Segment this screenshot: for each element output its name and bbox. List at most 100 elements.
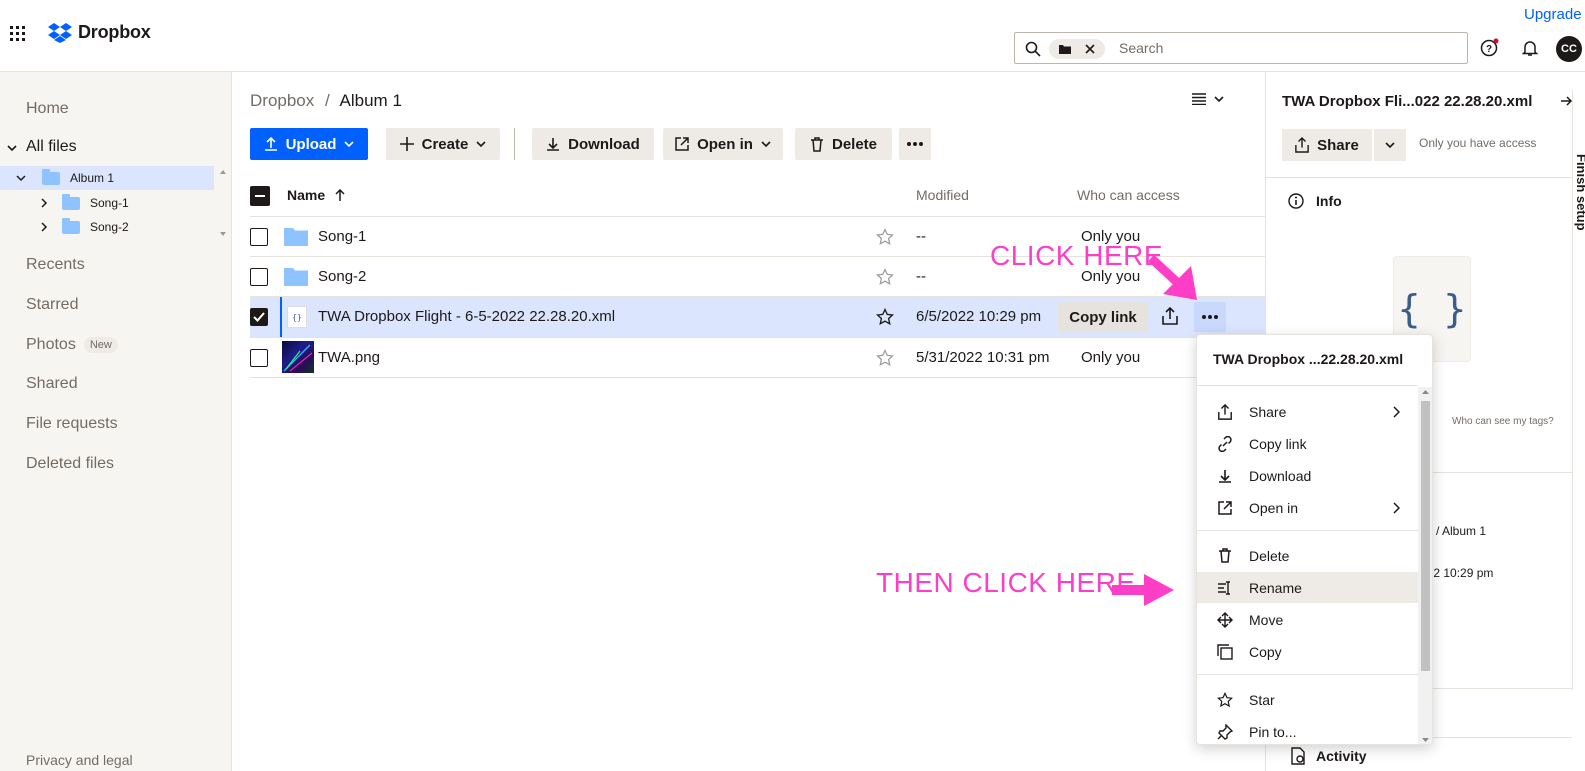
star-icon[interactable] bbox=[876, 228, 894, 246]
menu-item-star[interactable]: Star bbox=[1197, 684, 1418, 715]
more-horizontal-icon bbox=[907, 142, 923, 146]
breadcrumb-current: Album 1 bbox=[339, 91, 402, 110]
chevron-down-icon[interactable] bbox=[6, 142, 18, 154]
bell-icon[interactable] bbox=[1520, 38, 1540, 58]
search-bar[interactable]: Search bbox=[1014, 32, 1468, 64]
tags-help-link[interactable]: Who can see my tags? bbox=[1452, 416, 1554, 427]
upload-label: Upload bbox=[285, 135, 337, 153]
close-icon[interactable] bbox=[1085, 44, 1095, 54]
open-in-button[interactable]: Open in bbox=[663, 128, 783, 160]
more-horizontal-icon bbox=[1202, 315, 1218, 319]
table-row[interactable]: {} TWA Dropbox Flight - 6-5-2022 22.28.2… bbox=[250, 297, 1265, 337]
menu-item-pin-to[interactable]: Pin to... bbox=[1197, 716, 1418, 744]
row-checkbox[interactable] bbox=[250, 268, 268, 286]
divider bbox=[1197, 674, 1418, 675]
menu-item-delete[interactable]: Delete bbox=[1197, 540, 1418, 571]
access-summary: Only you have access bbox=[1419, 136, 1537, 150]
menu-item-label: Delete bbox=[1249, 547, 1290, 564]
menu-item-share[interactable]: Share bbox=[1197, 396, 1418, 427]
sidebar-item-recents[interactable]: Recents bbox=[26, 256, 85, 274]
tree-item-label: Album 1 bbox=[70, 171, 115, 185]
search-scope-chip[interactable] bbox=[1049, 39, 1105, 59]
file-name[interactable]: Song-1 bbox=[318, 228, 366, 245]
row-checkbox[interactable] bbox=[250, 308, 268, 326]
pin-icon bbox=[1215, 723, 1235, 740]
row-checkbox[interactable] bbox=[250, 228, 268, 246]
dropbox-logo[interactable]: Dropbox bbox=[48, 22, 151, 43]
row-more-button[interactable] bbox=[1194, 302, 1226, 332]
download-button[interactable]: Download bbox=[532, 128, 654, 160]
details-share-button[interactable]: Share bbox=[1282, 129, 1372, 161]
delete-label: Delete bbox=[831, 135, 878, 153]
avatar[interactable]: CC bbox=[1556, 36, 1582, 62]
privacy-link[interactable]: Privacy and legal bbox=[26, 752, 133, 768]
menu-item-copy[interactable]: Copy bbox=[1197, 636, 1418, 667]
sidebar-item-photos[interactable]: Photos New bbox=[26, 336, 118, 354]
file-name[interactable]: TWA.png bbox=[318, 349, 380, 366]
chevron-right-icon[interactable] bbox=[40, 222, 48, 232]
menu-item-download[interactable]: Download bbox=[1197, 460, 1418, 491]
sidebar-item-all-files[interactable]: All files bbox=[26, 138, 77, 156]
upgrade-link[interactable]: Upgrade bbox=[1524, 6, 1582, 23]
finish-setup-tab[interactable]: Finish setup bbox=[1572, 90, 1585, 690]
move-icon bbox=[1215, 611, 1235, 628]
finish-setup-label: Finish setup bbox=[1574, 154, 1585, 231]
arrow-up-icon bbox=[335, 189, 345, 201]
menu-item-rename[interactable]: Rename bbox=[1197, 572, 1418, 603]
table-row[interactable]: TWA.png 5/31/2022 10:31 pm Only you bbox=[250, 338, 1265, 377]
view-toggle-button[interactable] bbox=[1192, 93, 1224, 105]
app-name: Dropbox bbox=[78, 22, 151, 42]
file-name[interactable]: Song-2 bbox=[318, 268, 366, 285]
activity-icon bbox=[1290, 747, 1306, 765]
sidebar-item-deleted-files[interactable]: Deleted files bbox=[26, 455, 114, 473]
column-header-access[interactable]: Who can access bbox=[1077, 187, 1180, 203]
help-icon[interactable]: ? bbox=[1480, 38, 1500, 58]
menu-scrollbar-thumb[interactable] bbox=[1421, 401, 1430, 671]
create-button[interactable]: Create bbox=[386, 128, 500, 160]
annotation-then-click-here: THEN CLICK HERE bbox=[876, 567, 1136, 598]
activity-label: Activity bbox=[1316, 748, 1367, 764]
menu-scrollbar[interactable] bbox=[1418, 387, 1432, 744]
chevron-right-icon[interactable] bbox=[40, 198, 48, 208]
breadcrumb-root[interactable]: Dropbox bbox=[250, 91, 314, 110]
menu-item-open-in[interactable]: Open in bbox=[1197, 492, 1418, 523]
more-actions-button[interactable] bbox=[899, 128, 931, 160]
info-section-header[interactable]: Info bbox=[1288, 193, 1342, 209]
tree-item-song-1[interactable]: Song-1 bbox=[40, 191, 129, 215]
column-header-name[interactable]: Name bbox=[287, 187, 345, 203]
star-icon[interactable] bbox=[876, 349, 894, 367]
select-all-checkbox[interactable] bbox=[250, 186, 270, 206]
star-icon[interactable] bbox=[876, 268, 894, 286]
tree-item-album-1[interactable]: Album 1 bbox=[0, 166, 214, 190]
menu-item-move[interactable]: Move bbox=[1197, 604, 1418, 635]
delete-button[interactable]: Delete bbox=[795, 128, 892, 160]
share-icon bbox=[1215, 403, 1235, 420]
chevron-down-icon[interactable] bbox=[16, 173, 26, 183]
folder-icon bbox=[62, 217, 80, 234]
sidebar-item-file-requests[interactable]: File requests bbox=[26, 415, 118, 433]
share-dropdown-button[interactable] bbox=[1374, 129, 1406, 161]
row-checkbox[interactable] bbox=[250, 349, 268, 367]
sidebar-item-shared[interactable]: Shared bbox=[26, 375, 78, 393]
menu-item-copy-link[interactable]: Copy link bbox=[1197, 428, 1418, 459]
search-input[interactable]: Search bbox=[1119, 40, 1163, 56]
file-name[interactable]: TWA Dropbox Flight - 6-5-2022 22.28.20.x… bbox=[318, 308, 615, 325]
sidebar-item-starred[interactable]: Starred bbox=[26, 296, 78, 314]
share-icon[interactable] bbox=[1162, 307, 1178, 325]
tree-scrollbar[interactable] bbox=[218, 166, 228, 240]
download-icon bbox=[546, 137, 560, 151]
copy-link-button[interactable]: Copy link bbox=[1058, 302, 1148, 332]
column-header-modified[interactable]: Modified bbox=[916, 187, 969, 203]
dropbox-logo-icon bbox=[48, 22, 72, 43]
activity-section-header[interactable]: Activity bbox=[1290, 747, 1367, 765]
trash-icon bbox=[810, 136, 824, 152]
sidebar-item-home[interactable]: Home bbox=[26, 100, 69, 118]
app-grid-icon[interactable] bbox=[10, 26, 26, 42]
folder-icon bbox=[1059, 44, 1071, 54]
star-icon[interactable] bbox=[876, 308, 894, 326]
download-icon bbox=[1215, 469, 1235, 483]
upload-button[interactable]: Upload bbox=[250, 128, 368, 160]
open-in-label: Open in bbox=[697, 135, 753, 153]
breadcrumb-separator: / bbox=[325, 91, 330, 110]
tree-item-song-2[interactable]: Song-2 bbox=[40, 215, 129, 239]
